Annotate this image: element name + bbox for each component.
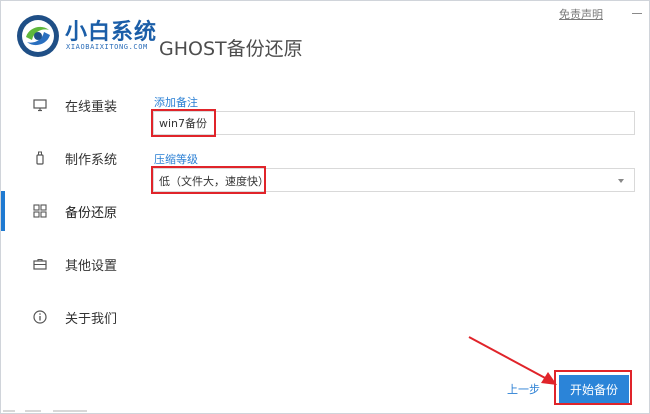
page-title: GHOST备份还原 — [159, 38, 303, 60]
minimize-button[interactable] — [629, 5, 645, 19]
start-backup-button[interactable]: 开始备份 — [559, 375, 629, 403]
sidebar-item-about-us[interactable]: 关于我们 — [1, 297, 141, 337]
compression-level-label: 压缩等级 — [154, 153, 198, 166]
logo-icon — [17, 15, 59, 57]
sidebar-item-label: 其他设置 — [65, 259, 118, 274]
backup-grid-icon — [33, 204, 47, 218]
compression-level-select[interactable]: 低（文件大，速度快） — [153, 168, 635, 192]
sidebar-item-make-system[interactable]: 制作系统 — [1, 138, 141, 178]
sidebar: 在线重装 制作系统 备份还原 其他设置 关于我们 — [1, 77, 141, 377]
sidebar-item-other-settings[interactable]: 其他设置 — [1, 244, 141, 284]
sidebar-item-online-install[interactable]: 在线重装 — [1, 85, 141, 125]
sidebar-item-label: 制作系统 — [65, 153, 118, 168]
disclaimer-link[interactable]: 免责声明 — [559, 6, 603, 22]
decorative-strip — [3, 410, 87, 412]
app-window: 小白系统 XIAOBAIXITONG.COM GHOST备份还原 免责声明 在线… — [0, 0, 650, 414]
back-link[interactable]: 上一步 — [507, 381, 540, 397]
brand-name: 小白系统 — [65, 20, 158, 45]
compression-level-value: 低（文件大，速度快） — [159, 175, 269, 188]
monitor-icon — [33, 99, 47, 112]
sidebar-item-label: 在线重装 — [65, 100, 118, 115]
minimize-icon — [632, 13, 642, 14]
brand-subtitle: XIAOBAIXITONG.COM — [66, 43, 148, 51]
usb-icon — [36, 151, 44, 165]
briefcase-icon — [33, 258, 47, 270]
sidebar-item-label: 备份还原 — [65, 206, 118, 221]
sidebar-item-backup-restore[interactable]: 备份还原 — [1, 191, 141, 231]
note-input[interactable] — [153, 111, 635, 135]
note-label: 添加备注 — [154, 96, 198, 109]
info-icon — [33, 310, 47, 324]
sidebar-item-label: 关于我们 — [65, 312, 118, 327]
chevron-down-icon — [618, 179, 624, 183]
